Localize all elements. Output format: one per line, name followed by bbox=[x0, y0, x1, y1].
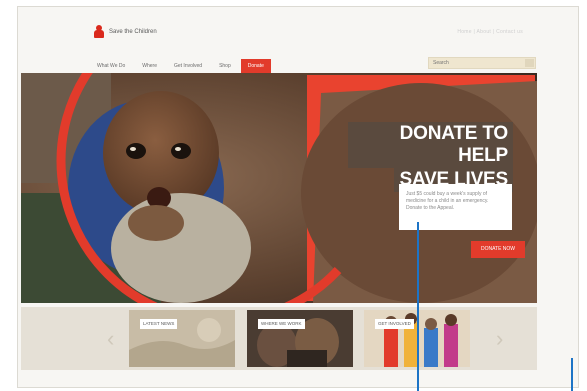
logo-icon bbox=[93, 25, 104, 38]
feature-carousel: ‹ LATEST NEWS WHERE WE WORK GET INVOLVED… bbox=[21, 307, 537, 370]
slide-label: LATEST NEWS bbox=[140, 319, 178, 329]
slide-label: GET INVOLVED bbox=[375, 319, 414, 329]
hero-banner[interactable]: DONATE TO HELP SAVE LIVES Just $5 could … bbox=[21, 73, 537, 303]
hero-headline-line1: DONATE TO HELP bbox=[348, 122, 513, 168]
carousel-slide[interactable]: WHERE WE WORK bbox=[247, 310, 353, 367]
search-input[interactable] bbox=[433, 58, 521, 68]
nav-item-what-we-do[interactable]: What We Do bbox=[90, 59, 132, 73]
hero-headline: DONATE TO HELP SAVE LIVES bbox=[348, 122, 513, 192]
nav-item-where[interactable]: Where bbox=[135, 59, 164, 73]
nav-item-donate[interactable]: Donate bbox=[240, 59, 271, 73]
hero-body-text: Just $5 could buy a week's supply of med… bbox=[399, 184, 512, 230]
utility-links[interactable]: Home | About | Contact us bbox=[457, 29, 523, 35]
carousel-next-arrow[interactable]: › bbox=[496, 328, 503, 350]
nav-item-get-involved[interactable]: Get Involved bbox=[167, 59, 209, 73]
logo[interactable]: Save the Children bbox=[93, 25, 157, 38]
blue-marker-line bbox=[417, 222, 419, 391]
search-box bbox=[428, 57, 536, 69]
carousel-prev-arrow[interactable]: ‹ bbox=[107, 328, 114, 350]
donate-now-button[interactable]: DONATE NOW bbox=[471, 241, 525, 258]
main-nav: What We Do Where Get Involved Shop Donat… bbox=[90, 59, 271, 73]
nav-item-shop[interactable]: Shop bbox=[212, 59, 238, 73]
logo-text: Save the Children bbox=[109, 28, 157, 35]
search-button[interactable] bbox=[525, 59, 534, 67]
carousel-slide[interactable]: LATEST NEWS bbox=[129, 310, 235, 367]
slide-label: WHERE WE WORK bbox=[258, 319, 305, 329]
blue-marker-line bbox=[571, 358, 573, 391]
